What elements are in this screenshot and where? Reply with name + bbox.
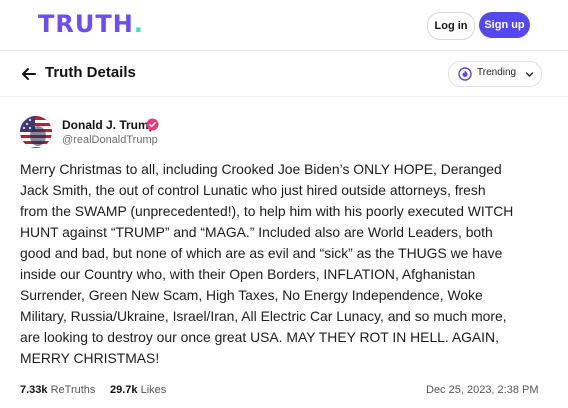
post-timestamp: Dec 25, 2023, 2:38 PM: [426, 384, 539, 396]
signup-button[interactable]: Sign up: [479, 12, 530, 38]
top-divider: [0, 50, 568, 51]
arrow-left-icon[interactable]: [20, 65, 38, 83]
post-line: HUNT against “TRUMP” and “MAGA.” Include…: [20, 224, 493, 240]
post-line: good and bad, but none of which are as e…: [20, 245, 503, 261]
post-line: Surrender, Green New Scam, High Taxes, N…: [20, 287, 483, 303]
header-divider: [0, 96, 568, 97]
retruths-label: ReTruths: [50, 384, 96, 396]
post-body: Merry Christmas to all, including Crooke…: [20, 159, 550, 369]
author-name[interactable]: Donald J. Trump: [62, 118, 156, 132]
chevron-down-icon: [525, 72, 534, 77]
likes-stat[interactable]: 29.7k Likes: [110, 384, 166, 396]
avatar[interactable]: [20, 116, 52, 148]
login-button[interactable]: Log in: [427, 12, 475, 40]
flame-icon: [458, 67, 472, 81]
likes-count: 29.7k: [110, 384, 138, 396]
post-line: are looking to destroy our once great US…: [20, 329, 499, 345]
trending-dropdown[interactable]: Trending: [448, 61, 542, 87]
page-title: Truth Details: [45, 64, 136, 81]
page-header: Truth Details Trending: [0, 52, 568, 96]
flag-avatar-image: [20, 116, 52, 148]
top-bar: TRUTH. Log in Sign up: [0, 0, 568, 50]
post-line: Merry Christmas to all, including Crooke…: [20, 161, 502, 177]
likes-label: Likes: [140, 384, 167, 396]
post-stats: 7.33k ReTruths 29.7k Likes Dec 25, 2023,…: [0, 382, 568, 402]
author-handle[interactable]: @realDonaldTrump: [62, 134, 158, 146]
post-line: from the SWAMP (unprecedented!), to help…: [20, 203, 514, 219]
retruths-count: 7.33k: [20, 384, 48, 396]
truth-logo[interactable]: TRUTH.: [38, 10, 144, 38]
trending-label: Trending: [477, 67, 517, 78]
post-line: MERRY CHRISTMAS!: [20, 350, 160, 366]
post-line: Military, Russia/Ukraine, Israel/Iran, A…: [20, 308, 507, 324]
verified-badge-icon: [146, 118, 159, 131]
retruths-stat[interactable]: 7.33k ReTruths: [20, 384, 95, 396]
post-line: Jack Smith, the out of control Lunatic w…: [20, 182, 486, 198]
post-line: inside our Country who, with their Open …: [20, 266, 476, 282]
